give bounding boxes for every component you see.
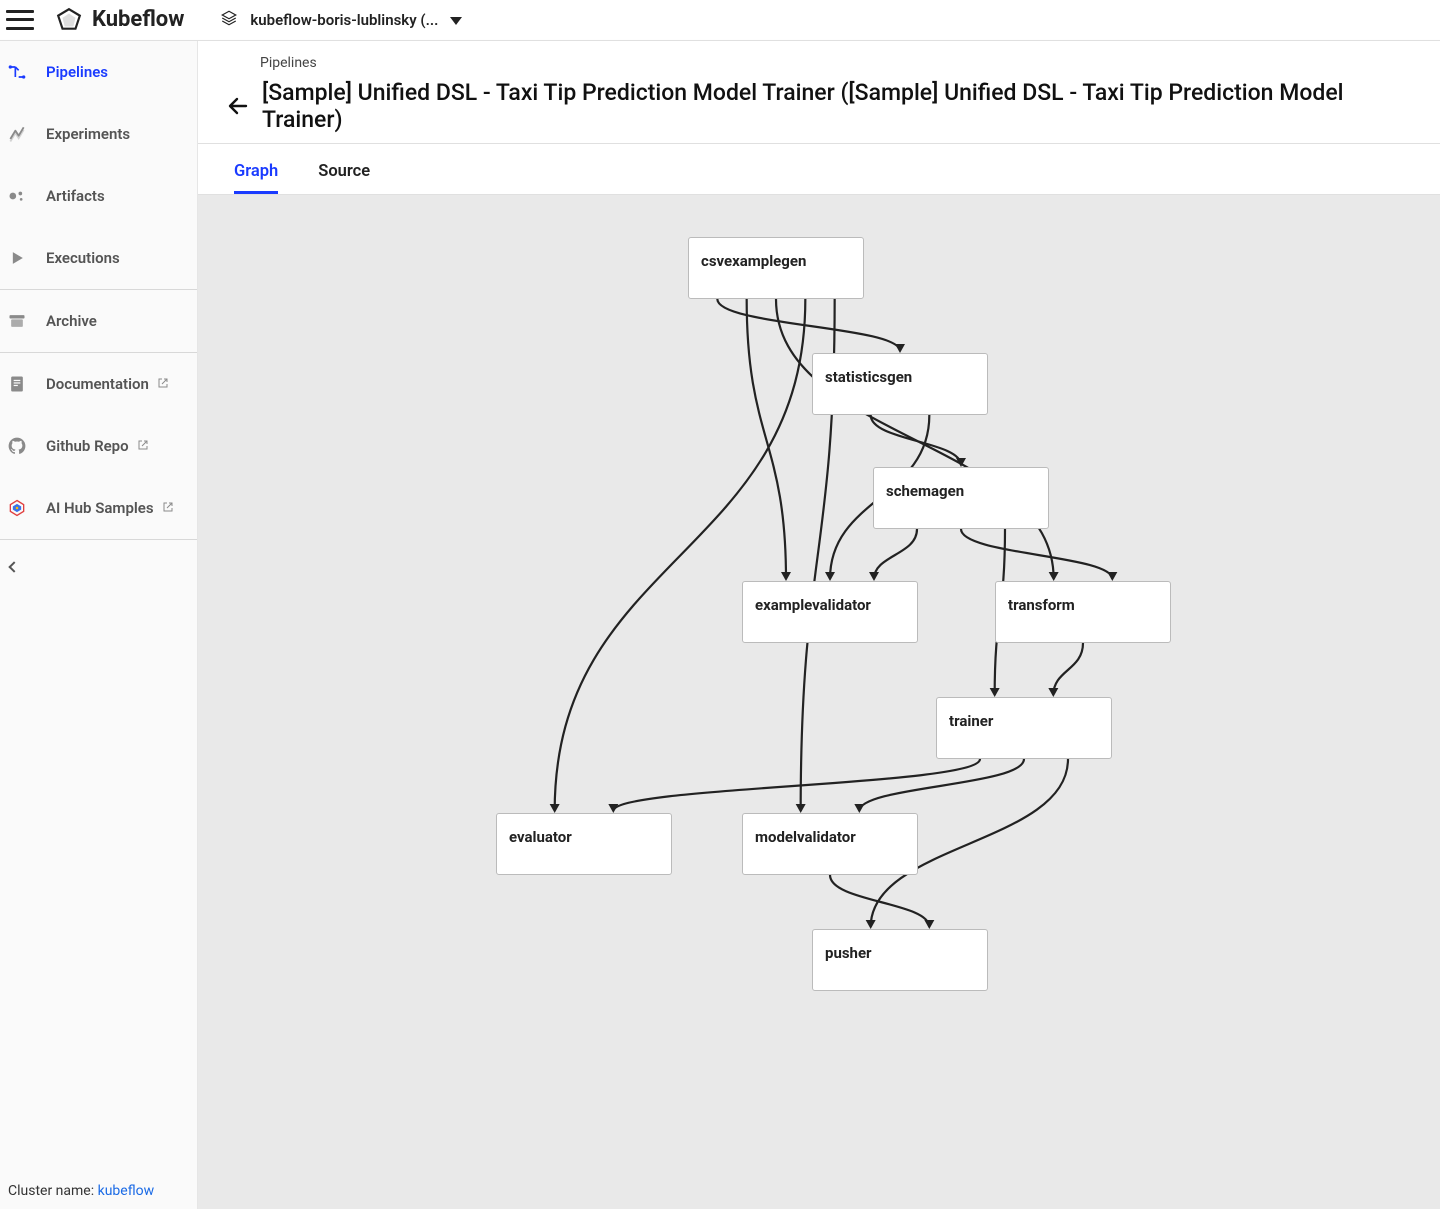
collapse-sidebar-button[interactable] (0, 540, 197, 591)
graph-node-label: evaluator (509, 828, 572, 846)
cluster-link[interactable]: kubeflow (98, 1183, 155, 1199)
graph-node-label: csvexamplegen (701, 252, 806, 270)
sidebar-item-label: Executions (46, 249, 120, 267)
graph-node-transform[interactable]: transform (995, 581, 1171, 643)
graph-node-evaluator[interactable]: evaluator (496, 813, 672, 875)
graph-node-schemagen[interactable]: schemagen (873, 467, 1049, 529)
graph-node-label: examplevalidator (755, 596, 871, 614)
kubeflow-logo-icon (56, 7, 82, 33)
pipeline-graph-canvas[interactable]: csvexamplegen statisticsgen schemagen examp… (198, 195, 1440, 1209)
graph-edge-trainer-to-modelvalidator (859, 759, 1024, 811)
sidebar-item-experiments[interactable]: Experiments (0, 103, 197, 165)
graph-node-label: transform (1008, 596, 1075, 614)
graph-node-trainer[interactable]: trainer (936, 697, 1112, 759)
graph-edge-csvexamplegen-to-examplevalidator (747, 299, 786, 579)
executions-icon (6, 247, 28, 269)
sidebar-item-executions[interactable]: Executions (0, 227, 197, 289)
graph-node-label: pusher (825, 944, 872, 962)
namespace-selector[interactable]: kubeflow-boris-lublinsky (... (220, 9, 462, 31)
graph-node-statisticsgen[interactable]: statisticsgen (812, 353, 988, 415)
archive-icon (6, 310, 28, 332)
sidebar-item-label: Github Repo (46, 437, 129, 455)
graph-node-label: trainer (949, 712, 993, 730)
breadcrumb-parent[interactable]: Pipelines (260, 55, 1412, 71)
sidebar-item-aihub-samples[interactable]: AI Hub Samples (0, 477, 197, 539)
menu-button[interactable] (6, 10, 34, 30)
tab-source[interactable]: Source (318, 162, 370, 194)
sidebar-item-label: Documentation (46, 375, 149, 393)
github-icon (6, 435, 28, 457)
cluster-prefix: Cluster name: (8, 1183, 98, 1199)
sidebar-item-pipelines[interactable]: Pipelines (0, 41, 197, 103)
graph-edge-transform-to-trainer (1053, 643, 1083, 695)
tab-graph[interactable]: Graph (234, 162, 278, 194)
brand[interactable]: Kubeflow (56, 7, 184, 33)
external-link-icon (157, 377, 169, 392)
artifacts-icon (6, 185, 28, 207)
graph-node-csvexamplegen[interactable]: csvexamplegen (688, 237, 864, 299)
sidebar-item-label: AI Hub Samples (46, 499, 154, 517)
topbar: Kubeflow kubeflow-boris-lublinsky (... (0, 0, 1440, 40)
back-button[interactable] (226, 94, 250, 118)
page-title: [Sample] Unified DSL - Taxi Tip Predicti… (262, 79, 1412, 133)
graph-edge-schemagen-to-examplevalidator (874, 529, 917, 579)
graph-edge-trainer-to-evaluator (613, 759, 980, 811)
experiments-icon (6, 123, 28, 145)
tabs: Graph Source (198, 144, 1440, 194)
external-link-icon (137, 439, 149, 454)
graph-node-pusher[interactable]: pusher (812, 929, 988, 991)
pipelines-icon (6, 61, 28, 83)
sidebar-item-label: Experiments (46, 125, 130, 143)
external-link-icon (162, 501, 174, 516)
namespace-label: kubeflow-boris-lublinsky (... (250, 11, 438, 29)
sidebar-item-archive[interactable]: Archive (0, 290, 197, 352)
sidebar-item-documentation[interactable]: Documentation (0, 353, 197, 415)
aihub-icon (6, 497, 28, 519)
namespace-icon (220, 9, 250, 31)
brand-label: Kubeflow (92, 7, 184, 32)
chevron-down-icon (450, 11, 462, 29)
graph-node-label: schemagen (886, 482, 964, 500)
sidebar: PipelinesExperimentsArtifactsExecutions … (0, 41, 198, 1209)
graph-node-label: statisticsgen (825, 368, 912, 386)
sidebar-item-label: Pipelines (46, 63, 108, 81)
documentation-icon (6, 373, 28, 395)
sidebar-item-github-repo[interactable]: Github Repo (0, 415, 197, 477)
sidebar-item-label: Archive (46, 312, 97, 330)
graph-node-modelvalidator[interactable]: modelvalidator (742, 813, 918, 875)
main: Pipelines [Sample] Unified DSL - Taxi Ti… (198, 41, 1440, 1209)
graph-node-label: modelvalidator (755, 828, 856, 846)
graph-edge-modelvalidator-to-pusher (830, 875, 929, 927)
sidebar-item-artifacts[interactable]: Artifacts (0, 165, 197, 227)
graph-edge-schemagen-to-transform (961, 529, 1112, 579)
graph-edge-csvexamplegen-to-evaluator (555, 299, 806, 811)
sidebar-item-label: Artifacts (46, 187, 105, 205)
cluster-name: Cluster name: kubeflow (8, 1183, 154, 1199)
graph-edge-csvexamplegen-to-statisticsgen (717, 299, 900, 351)
graph-node-examplevalidator[interactable]: examplevalidator (742, 581, 918, 643)
